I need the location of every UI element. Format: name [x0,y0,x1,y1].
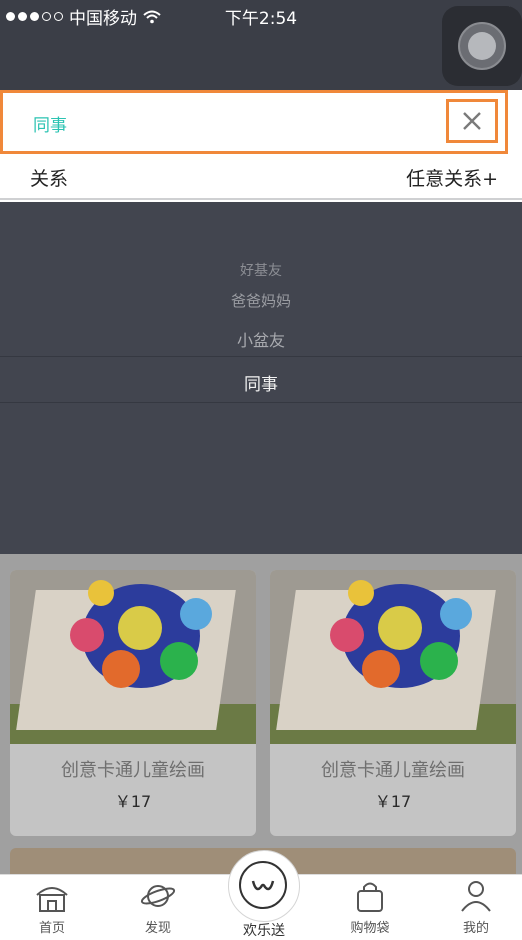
home-icon [36,887,68,912]
product-price: ￥17 [374,792,412,811]
tab-profile[interactable]: 我的 [436,879,516,936]
picker-divider [0,356,522,357]
tab-home[interactable]: 首页 [12,879,92,936]
product-name: 创意卡通儿童绘画 [321,760,465,781]
shopping-bag-icon [357,882,383,912]
tab-label: 我的 [462,921,489,936]
tab-label: 购物袋 [350,921,390,936]
tab-discover[interactable]: 发现 [118,879,198,936]
tab-label: 欢乐送 [243,923,285,939]
tab-shopping-bag[interactable]: 购物袋 [330,879,410,936]
relation-label: 关系 [30,168,69,190]
happy-send-icon [239,861,287,909]
close-button[interactable] [446,99,498,143]
product-image [10,570,256,744]
selected-relation-value: 同事 [33,116,67,136]
user-icon [461,881,491,912]
relation-picker[interactable]: 好基友 爸爸妈妈 小盆友 同事 [0,202,522,554]
tab-label: 发现 [144,921,171,936]
product-image [270,570,516,744]
tab-label: 首页 [38,921,65,936]
any-relation-button[interactable]: 任意关系+ [406,164,498,191]
product-card[interactable]: 创意卡通儿童绘画 ￥17 [270,570,516,836]
product-card[interactable]: 创意卡通儿童绘画 ￥17 [10,570,256,836]
picker-option[interactable]: 小盆友 [0,327,522,351]
selected-relation-bar: 同事 [0,90,508,154]
picker-divider [0,402,522,403]
picker-selected-option[interactable]: 同事 [0,370,522,395]
planet-icon [140,885,176,907]
product-name: 创意卡通儿童绘画 [61,760,205,781]
tab-happy-send[interactable] [228,850,300,922]
close-icon [463,112,481,130]
picker-option[interactable]: 爸爸妈妈 [0,290,522,311]
product-grid: 创意卡通儿童绘画 ￥17 创意卡通儿童绘画 ￥17 [0,554,522,888]
assistive-touch-button[interactable] [442,6,522,86]
assistive-dot [468,32,496,60]
relation-bar: 关系 任意关系+ [0,154,522,200]
product-price: ￥17 [114,792,152,811]
picker-option[interactable]: 好基友 [0,260,522,280]
